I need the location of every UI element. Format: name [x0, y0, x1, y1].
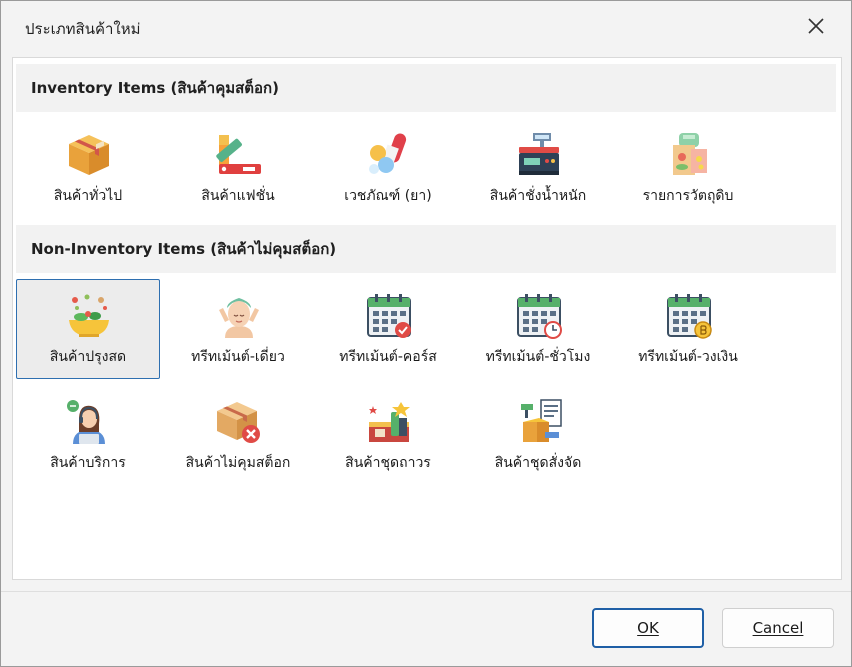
weighing-scale-icon — [519, 133, 559, 175]
item-label: รายการวัตถุดิบ — [642, 188, 734, 204]
item-service-product[interactable]: สินค้าบริการ — [16, 385, 160, 485]
item-treatment-credit[interactable]: ทรีทเม้นต์-วงเงิน — [616, 279, 760, 379]
dialog-title: ประเภทสินค้าใหม่ — [25, 20, 141, 38]
ingredients-icon — [673, 133, 707, 175]
item-treatment-course[interactable]: ทรีทเม้นต์-คอร์ส — [316, 279, 460, 379]
item-custom-bundle[interactable]: สินค้าชุดสั่งจัด — [466, 385, 610, 485]
item-label: สินค้าชุดถาวร — [345, 455, 431, 471]
box-cancel-icon — [217, 402, 260, 443]
product-type-panel: Inventory Items (สินค้าคุมสต็อก) สินค้าท… — [12, 57, 842, 580]
calendar-check-icon — [367, 294, 411, 338]
calendar-clock-icon — [517, 294, 562, 339]
item-label: ทรีทเม้นต์-คอร์ส — [339, 349, 437, 365]
custom-package-icon — [521, 399, 562, 442]
calendar-coin-icon — [667, 294, 712, 339]
item-fashion-product[interactable]: สินค้าแฟชั่น — [166, 118, 310, 218]
product-bundle-icon — [369, 402, 410, 442]
item-raw-materials[interactable]: รายการวัตถุดิบ — [616, 118, 760, 218]
item-non-stock-product[interactable]: สินค้าไม่คุมสต็อก — [166, 385, 310, 485]
salad-bowl-icon — [69, 294, 109, 337]
box-icon — [69, 135, 109, 175]
item-label: ทรีทเม้นต์-วงเงิน — [638, 349, 738, 365]
item-fresh-cooked-product[interactable]: สินค้าปรุงสด — [16, 279, 160, 379]
ok-button[interactable]: OK — [592, 608, 704, 648]
item-treatment-hourly[interactable]: ทรีทเม้นต์-ชั่วโมง — [466, 279, 610, 379]
item-weighed-product[interactable]: สินค้าชั่งน้ำหนัก — [466, 118, 610, 218]
new-product-type-dialog: ประเภทสินค้าใหม่ Inventory Items (สินค้า… — [0, 0, 852, 667]
spa-treatment-icon — [219, 298, 259, 338]
pills-icon — [369, 133, 407, 174]
customer-service-icon — [67, 400, 105, 444]
item-label: สินค้าปรุงสด — [49, 349, 127, 365]
item-label: ทรีทเม้นต์-เดี่ยว — [191, 349, 285, 365]
cancel-button[interactable]: Cancel — [722, 608, 834, 648]
item-label: สินค้าชั่งน้ำหนัก — [489, 188, 587, 204]
item-label: ทรีทเม้นต์-ชั่วโมง — [485, 349, 591, 365]
ok-button-label: OK — [637, 619, 659, 637]
footer-divider — [1, 591, 851, 592]
inventory-section-header: Inventory Items (สินค้าคุมสต็อก) — [16, 64, 836, 112]
item-medical-supplies[interactable]: เวชภัณฑ์ (ยา) — [316, 118, 460, 218]
cancel-button-label: Cancel — [752, 619, 804, 637]
color-swatch-icon — [216, 135, 261, 174]
item-label: สินค้าบริการ — [50, 455, 126, 471]
close-icon — [808, 18, 824, 34]
item-label: เวชภัณฑ์ (ยา) — [344, 188, 432, 204]
item-label: สินค้าชุดสั่งจัด — [494, 455, 582, 471]
item-general-product[interactable]: สินค้าทั่วไป — [16, 118, 160, 218]
non-inventory-section-header: Non-Inventory Items (สินค้าไม่คุมสต็อก) — [16, 225, 836, 273]
close-button[interactable] — [797, 9, 835, 43]
item-permanent-bundle[interactable]: สินค้าชุดถาวร — [316, 385, 460, 485]
item-label: สินค้าไม่คุมสต็อก — [185, 455, 291, 471]
item-label: สินค้าแฟชั่น — [201, 188, 275, 204]
item-treatment-single[interactable]: ทรีทเม้นต์-เดี่ยว — [166, 279, 310, 379]
item-label: สินค้าทั่วไป — [53, 188, 123, 204]
title-bar: ประเภทสินค้าใหม่ — [1, 1, 851, 51]
